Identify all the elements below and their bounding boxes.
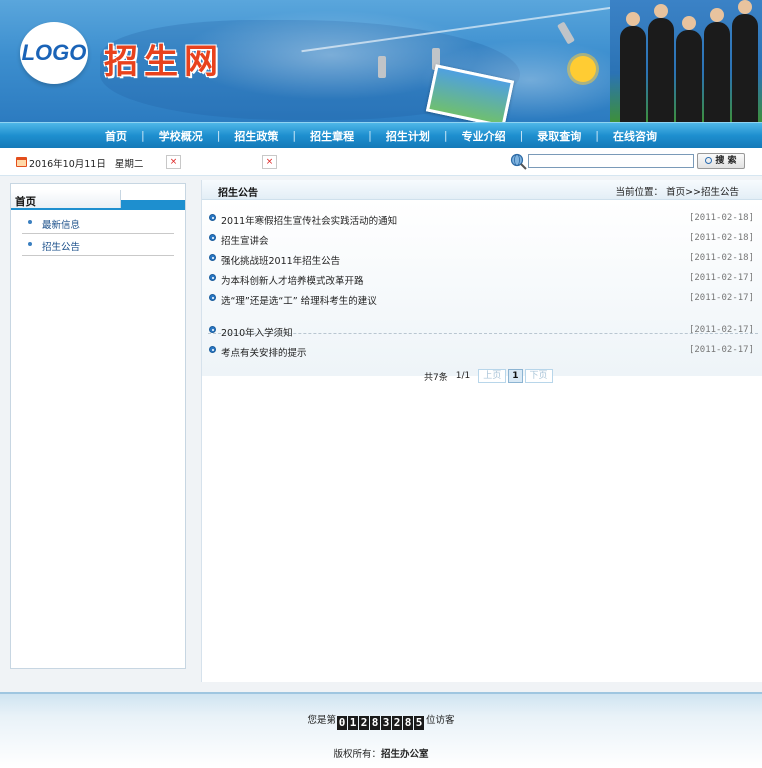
nav-item-charter[interactable]: 招生章程 [296,128,368,144]
article-title[interactable]: 2010年入学须知 [221,325,293,339]
sidebar-item-announcements[interactable]: 招生公告 [22,234,174,256]
counter-digits: 01283285 [337,716,424,730]
calendar-icon [16,157,27,167]
list-item[interactable]: 招生宣讲会 [2011-02-18] [208,230,758,248]
bullet-icon [28,220,32,224]
graduates-image [610,0,762,122]
content-panel: 招生公告 当前位置： 首页>>招生公告 2011年寒假招生宣传社会实践活动的通知… [201,180,762,682]
article-title[interactable]: 招生宣讲会 [221,233,269,247]
bullet-icon [209,214,216,221]
search-input[interactable] [528,154,694,168]
nav-item-plan[interactable]: 招生计划 [372,128,444,144]
main-nav: 首页 | 学校概况 | 招生政策 | 招生章程 | 招生计划 | 专业介绍 | … [0,122,762,148]
magnifier-icon [705,157,713,164]
search-button[interactable]: 搜 索 [697,153,745,169]
current-date: 2016年10月11日 星期二 [29,159,144,170]
nav-item-admission-query[interactable]: 录取查询 [523,128,595,144]
nav-item-policy[interactable]: 招生政策 [220,128,292,144]
prev-page-button[interactable]: 上页 [478,369,507,383]
article-date: [2011-02-17] [688,345,754,355]
sidebar-item-label: 招生公告 [42,242,81,253]
nav-item-school-overview[interactable]: 学校概况 [145,128,217,144]
clip-decoration [378,56,386,78]
visitor-counter: 您是第 01283285 位访客 [307,715,455,730]
content-title: 招生公告 [218,188,258,199]
article-date: [2011-02-18] [688,233,754,243]
next-page-button[interactable]: 下页 [524,369,553,383]
article-date: [2011-02-17] [688,293,754,303]
bullet-icon [209,274,216,281]
nav-item-online-consult[interactable]: 在线咨询 [599,128,671,144]
article-title[interactable]: 为本科创新人才培养模式改革开路 [221,273,364,287]
search-globe-icon [510,153,527,170]
bullet-icon [209,346,216,353]
sidebar-title: 首页 [15,196,36,208]
article-date: [2011-02-18] [688,213,754,223]
sidebar-item-label: 最新信息 [42,220,81,231]
sun-icon [570,56,596,82]
list-item[interactable]: 2010年入学须知 [2011-02-17] [208,322,758,340]
nav-item-home[interactable]: 首页 [91,128,141,144]
article-title[interactable]: 考点有关安排的提示 [221,345,307,359]
pager-total: 共7条 [424,372,448,383]
article-title[interactable]: 选“理”还是选“工” 给理科考生的建议 [221,293,377,307]
nav-item-majors[interactable]: 专业介绍 [448,128,520,144]
site-title: 招生网 [104,42,224,82]
list-item[interactable]: 为本科创新人才培养模式改革开路 [2011-02-17] [208,270,758,288]
sidebar-item-latest-info[interactable]: 最新信息 [22,212,174,234]
bullet-icon [28,242,32,246]
sidebar: 首页 最新信息 招生公告 [10,183,186,669]
article-title[interactable]: 强化挑战班2011年招生公告 [221,253,340,267]
list-item[interactable]: 强化挑战班2011年招生公告 [2011-02-18] [208,250,758,268]
sidebar-header: 首页 [11,184,185,210]
current-page-button[interactable]: 1 [508,369,523,383]
header-banner: LOGO 招生网 [0,0,762,122]
bullet-icon [209,326,216,333]
info-bar: 2016年10月11日 星期二 × × 搜 索 [0,148,762,176]
logo-text: LOGO [21,40,87,65]
pagination: 共7条 1/1 上页 1 下页 [424,368,555,384]
footer: 您是第 01283285 位访客 版权所有：招生办公室 [0,692,762,768]
article-date: [2011-02-17] [688,273,754,283]
copyright: 版权所有：招生办公室 [333,749,429,760]
article-date: [2011-02-17] [688,325,754,335]
article-title[interactable]: 2011年寒假招生宣传社会实践活动的通知 [221,213,397,227]
bullet-icon [209,294,216,301]
bullet-icon [209,254,216,261]
list-item[interactable]: 2011年寒假招生宣传社会实践活动的通知 [2011-02-18] [208,210,758,228]
content-header: 招生公告 当前位置： 首页>>招生公告 [202,180,762,200]
site-logo[interactable]: LOGO [20,22,88,84]
article-date: [2011-02-18] [688,253,754,263]
bullet-icon [209,234,216,241]
pager-page: 1/1 [455,371,471,381]
broken-image-icon: × [166,155,181,169]
broken-image-icon: × [262,155,277,169]
article-list: 2011年寒假招生宣传社会实践活动的通知 [2011-02-18] 招生宣讲会 … [202,200,762,376]
breadcrumb-link[interactable]: 首页>>招生公告 [666,187,739,198]
list-item[interactable]: 选“理”还是选“工” 给理科考生的建议 [2011-02-17] [208,290,758,308]
list-item[interactable]: 考点有关安排的提示 [2011-02-17] [208,342,758,360]
breadcrumb: 当前位置： 首页>>招生公告 [615,187,739,198]
